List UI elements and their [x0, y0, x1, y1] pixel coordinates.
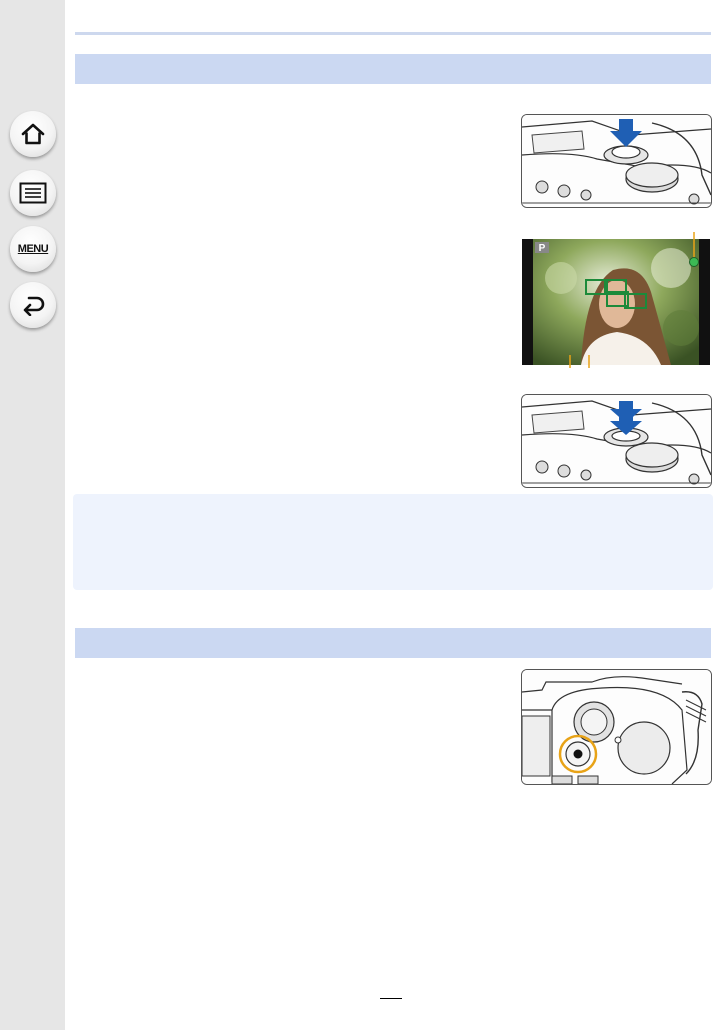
contents-list-icon: [19, 182, 47, 204]
back-button[interactable]: [10, 282, 56, 328]
shutter-full-press-illustration: [521, 394, 712, 488]
header-rule: [75, 32, 711, 35]
section-heading-bar: [75, 628, 711, 658]
shutter-press-icon: [522, 115, 711, 207]
shutter-half-press-illustration: [521, 114, 712, 208]
contents-list-button[interactable]: [10, 170, 56, 216]
focus-indicator: [689, 257, 699, 267]
shutter-press-icon: [522, 395, 711, 487]
focus-screen-illustration: P: [522, 232, 710, 368]
back-icon: [20, 294, 46, 316]
camera-back-drawing: [522, 670, 711, 784]
mode-label: P: [539, 243, 546, 254]
sidebar: MENU: [0, 0, 65, 1030]
record-button-icon: [573, 749, 583, 759]
home-icon: [20, 122, 46, 146]
menu-button[interactable]: MENU: [10, 226, 56, 272]
section-heading-bar: [75, 54, 711, 84]
page-number-underline: [380, 998, 402, 999]
home-button[interactable]: [10, 111, 56, 157]
note-box: [73, 494, 713, 590]
menu-icon: MENU: [17, 243, 49, 255]
motion-picture-button-illustration: [521, 669, 712, 785]
